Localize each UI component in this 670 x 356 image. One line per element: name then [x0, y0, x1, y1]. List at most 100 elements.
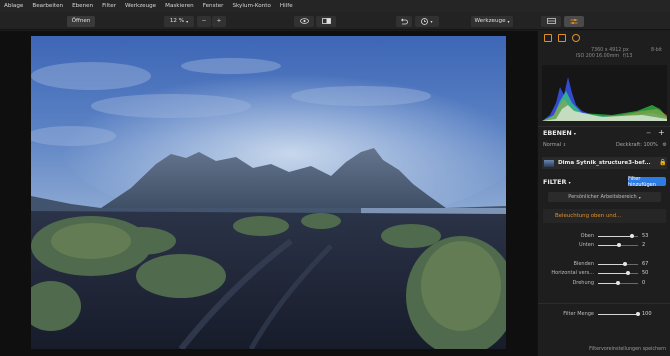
slider-track[interactable]: [598, 243, 638, 247]
filter-section-header[interactable]: Beleuchtung oben und...: [543, 209, 666, 223]
landscape-photo[interactable]: [31, 36, 506, 349]
slider-track[interactable]: [598, 281, 638, 285]
slider-label: Oben: [580, 233, 594, 239]
blend-mode-value: Normal: [543, 142, 562, 148]
layer-item[interactable]: Dima Sytnik_structure3-bef... 🔒: [542, 157, 667, 169]
slider-value: 53: [642, 233, 649, 239]
slider-row: Drehung 0: [538, 279, 670, 287]
focal-length: 16.00mm: [596, 54, 620, 59]
menu-werkzeuge[interactable]: Werkzeuge: [125, 3, 156, 9]
slider-row: Oben 53: [538, 232, 670, 240]
menu-bearbeiten[interactable]: Bearbeiten: [32, 3, 63, 9]
menu-skylum-konto[interactable]: Skylum-Konto: [232, 3, 270, 9]
image-canvas[interactable]: [0, 31, 537, 356]
slider-track[interactable]: [598, 234, 638, 238]
blend-mode-select[interactable]: Normal ⇕: [543, 142, 566, 148]
opacity-select[interactable]: Deckkraft: 100% ⚙: [616, 142, 667, 148]
slider-label: Horizontal vers...: [551, 270, 594, 276]
zoom-select[interactable]: 12 % ▾: [164, 15, 194, 27]
menu-hilfe[interactable]: Hilfe: [280, 3, 293, 9]
adjustments-panel: 7360 x 4912 px 8-bit ISO 200 16.00mm f/1…: [537, 31, 670, 356]
slider-fill: [598, 244, 619, 246]
tools-label: Werkzeuge: [474, 18, 506, 24]
filter-amount-label: Filter Menge: [563, 311, 594, 317]
open-button[interactable]: Öffnen: [67, 15, 95, 27]
image-info-icon[interactable]: [544, 34, 552, 42]
slider-knob[interactable]: [616, 281, 620, 285]
slider-knob[interactable]: [636, 312, 640, 316]
layers-title: EBENEN: [543, 129, 572, 137]
chevron-down-icon: ▾: [638, 194, 641, 200]
compare-toggle[interactable]: [316, 15, 336, 27]
chevron-down-icon[interactable]: ▾: [569, 180, 571, 185]
chevron-down-icon: ▾: [430, 18, 433, 24]
chevron-updown-icon: ⇕: [562, 142, 567, 147]
menu-maskieren[interactable]: Maskieren: [165, 3, 194, 9]
filter-title: FILTER: [543, 178, 567, 186]
slider-track[interactable]: [598, 262, 638, 266]
slider-track[interactable]: [598, 271, 638, 275]
slider-value: 50: [642, 270, 649, 276]
chevron-down-icon: ▾: [507, 18, 510, 24]
menu-ebenen[interactable]: Ebenen: [72, 3, 93, 9]
layer-name: Dima Sytnik_structure3-bef...: [558, 160, 651, 166]
undo-button[interactable]: [396, 15, 412, 27]
opacity-value: Deckkraft: 100%: [616, 142, 658, 148]
bit-depth: 8-bit: [651, 48, 663, 53]
filter-amount-slider[interactable]: [598, 312, 640, 316]
slider-fill: [598, 235, 632, 237]
info-icon[interactable]: [572, 34, 580, 42]
zoom-out-button[interactable]: −: [197, 15, 211, 27]
chevron-down-icon[interactable]: ▾: [574, 131, 576, 136]
save-presets-link[interactable]: Filtervoreinstellungen speichern: [538, 347, 670, 356]
menu-ablage[interactable]: Ablage: [4, 3, 23, 9]
toolbar: Öffnen 12 % ▾ − + ▾ Werkzeuge ▾: [0, 12, 670, 30]
catalog-grid-icon: [546, 18, 556, 24]
slider-value: 2: [642, 242, 646, 248]
histogram: [542, 65, 667, 121]
filter-amount-value: 100: [642, 311, 652, 317]
slider-fill: [598, 313, 638, 315]
sliders-icon: [570, 18, 578, 24]
slider-label: Unten: [578, 242, 594, 248]
preview-toggle[interactable]: [294, 15, 314, 27]
edit-toggle[interactable]: [564, 15, 584, 27]
workspace-select[interactable]: Persönlicher Arbeitsbereich ▾: [548, 192, 661, 202]
slider-knob[interactable]: [629, 234, 634, 238]
minus-icon[interactable]: −: [646, 129, 651, 137]
slider-value: 0: [642, 280, 646, 286]
slider-label: Drehung: [572, 280, 594, 286]
slider-fill: [598, 272, 628, 274]
slider-knob[interactable]: [622, 262, 627, 266]
eye-icon: [299, 18, 309, 24]
lock-icon: 🔒: [659, 159, 667, 166]
filter-amount-row: Filter Menge 100: [538, 310, 670, 318]
slider-row: Unten 2: [538, 241, 670, 249]
filter-section-name: Beleuchtung oben und...: [555, 213, 622, 219]
aperture: f/13: [623, 54, 633, 59]
chevron-down-icon: ▾: [186, 18, 189, 24]
menubar: Ablage Bearbeiten Ebenen Filter Werkzeug…: [0, 0, 670, 12]
slider-row: Blenden 67: [538, 260, 670, 268]
history-button[interactable]: ▾: [415, 15, 439, 27]
gear-icon[interactable]: ⚙: [662, 142, 666, 148]
menu-fenster[interactable]: Fenster: [203, 3, 224, 9]
layer-thumbnail: [544, 159, 554, 167]
add-filter-button[interactable]: Filter hinzufügen: [628, 176, 666, 188]
layers-icon[interactable]: [558, 34, 566, 42]
undo-icon: [400, 17, 408, 24]
catalog-toggle[interactable]: [541, 15, 561, 27]
add-layer-icon[interactable]: +: [658, 128, 665, 137]
slider-row: Horizontal vers... 50: [538, 269, 670, 277]
iso-value: ISO 200: [576, 54, 595, 59]
tools-dropdown[interactable]: Werkzeuge ▾: [471, 15, 513, 27]
slider-knob[interactable]: [626, 271, 630, 275]
workspace-label: Persönlicher Arbeitsbereich: [568, 194, 637, 200]
zoom-in-button[interactable]: +: [212, 15, 226, 27]
slider-knob[interactable]: [616, 243, 621, 247]
slider-fill: [598, 263, 625, 265]
menu-filter[interactable]: Filter: [102, 3, 116, 9]
slider-fill: [598, 282, 618, 284]
image-size: 7360 x 4912 px: [591, 48, 629, 53]
divider: [538, 126, 670, 127]
